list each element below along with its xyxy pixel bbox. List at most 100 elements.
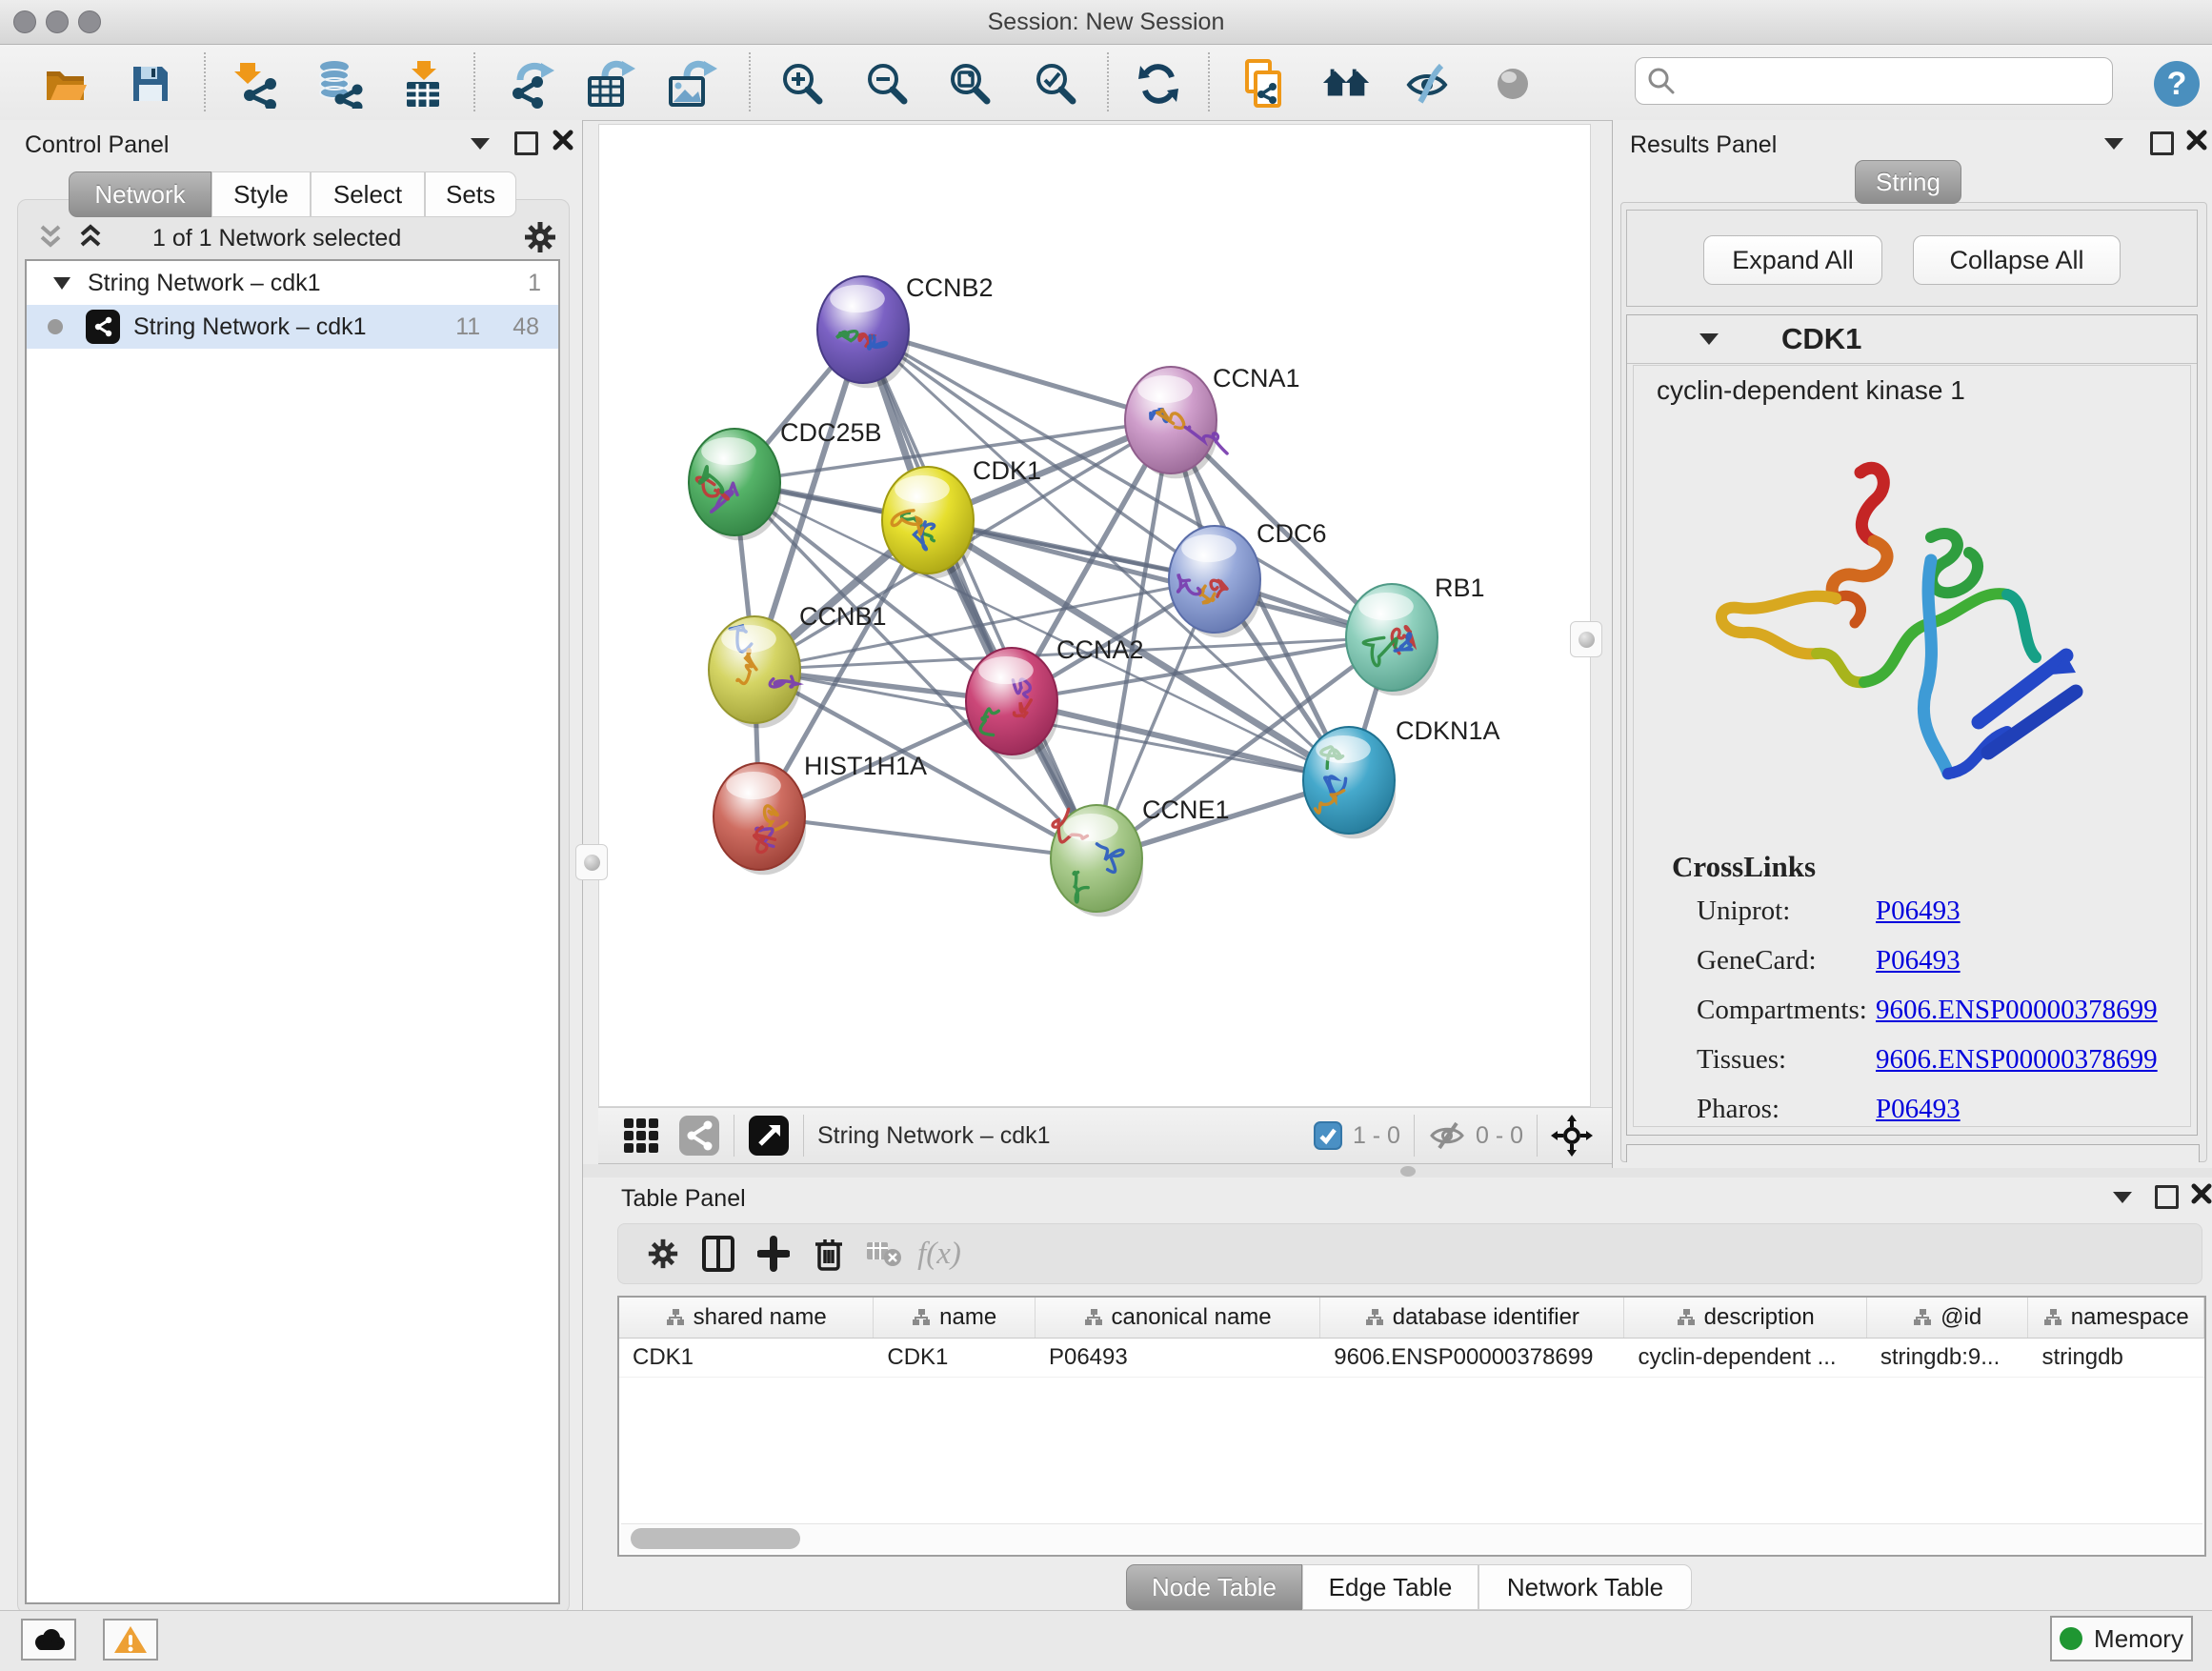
add-column-icon[interactable] (746, 1232, 801, 1276)
float-panel-icon[interactable] (2155, 1185, 2179, 1209)
home-organisms-button[interactable] (1321, 58, 1373, 110)
table-cell[interactable]: cyclin-dependent ... (1624, 1339, 1866, 1377)
collapse-gene-icon[interactable] (1699, 333, 1719, 345)
tab-edge-table[interactable]: Edge Table (1302, 1564, 1478, 1610)
crosslink-label: GeneCard: (1697, 945, 1817, 976)
tab-sets[interactable]: Sets (425, 171, 516, 217)
network-selection-status: 1 of 1 Network selected (152, 225, 401, 252)
close-panel-icon[interactable] (551, 128, 575, 152)
delete-column-icon[interactable] (801, 1232, 856, 1276)
import-database-button[interactable] (313, 58, 365, 110)
birdseye-view-icon[interactable] (748, 1115, 790, 1157)
network-edge[interactable] (1012, 701, 1349, 780)
hidden-eye-icon[interactable] (1428, 1119, 1466, 1152)
column-header-shared-name[interactable]: shared name (619, 1298, 874, 1338)
pan-crosshair-icon[interactable] (1551, 1115, 1593, 1157)
toolbar-search[interactable] (1635, 57, 2113, 105)
network-edge[interactable] (759, 816, 1096, 858)
float-panel-icon[interactable] (514, 131, 538, 155)
warnings-button[interactable] (103, 1619, 158, 1661)
collapse-all-button[interactable]: Collapse All (1913, 235, 2121, 285)
tab-node-table[interactable]: Node Table (1126, 1564, 1302, 1610)
column-header-canonical-name[interactable]: canonical name (1036, 1298, 1320, 1338)
memory-button[interactable]: Memory (2050, 1616, 2193, 1661)
zoom-selected-button[interactable] (1030, 58, 1081, 110)
gray-sphere-button[interactable] (1487, 58, 1538, 110)
network-row-selected[interactable]: String Network – cdk1 11 48 (27, 305, 558, 349)
column-header--id[interactable]: @id (1867, 1298, 2029, 1338)
expand-all-icon[interactable] (74, 221, 107, 253)
network-view-icon[interactable] (678, 1115, 720, 1157)
zoom-out-button[interactable] (861, 58, 913, 110)
network-canvas[interactable]: CCNB2CCNA1CDC25BCDK1CDC6RB1CCNB1CCNA2CDK… (598, 124, 1591, 1107)
selected-checkbox-icon[interactable] (1313, 1120, 1343, 1151)
tree-expand-icon[interactable] (53, 277, 70, 290)
delete-table-icon[interactable] (856, 1232, 912, 1276)
main-toolbar: ? (0, 45, 2212, 121)
search-icon (1647, 67, 1676, 95)
open-session-button[interactable] (41, 58, 92, 110)
show-columns-icon[interactable] (691, 1232, 746, 1276)
function-builder-icon[interactable]: f(x) (912, 1232, 967, 1276)
refresh-layout-button[interactable] (1133, 58, 1184, 110)
table-cell[interactable]: stringdb:9... (1867, 1339, 2029, 1377)
crosslink-link[interactable]: P06493 (1876, 945, 1961, 976)
gene-header-row[interactable]: CDK1 (1627, 315, 2197, 364)
save-session-button[interactable] (125, 58, 176, 110)
horizontal-scrollbar[interactable] (621, 1523, 2202, 1553)
gene-symbol: CDK1 (1781, 322, 1861, 356)
close-panel-icon[interactable] (2184, 128, 2209, 152)
float-panel-icon[interactable] (2150, 131, 2174, 155)
close-panel-icon[interactable] (2189, 1181, 2212, 1206)
splitter-grip[interactable] (1400, 1166, 1416, 1177)
tab-string[interactable]: String (1855, 160, 1961, 204)
toolbar-separator (1107, 52, 1109, 111)
grid-view-icon[interactable] (621, 1116, 661, 1156)
panel-menu-icon[interactable] (2104, 138, 2123, 150)
table-row[interactable]: CDK1CDK1P064939606.ENSP00000378699cyclin… (619, 1339, 2204, 1378)
cloud-status-button[interactable] (21, 1619, 76, 1661)
column-header-namespace[interactable]: namespace (2028, 1298, 2204, 1338)
crosslink-link[interactable]: P06493 (1876, 1094, 1961, 1125)
left-splitter-handle[interactable] (575, 844, 608, 880)
crosslink-label: Tissues: (1697, 1044, 1786, 1076)
tab-select[interactable]: Select (311, 171, 425, 217)
toolbar-separator (803, 1115, 804, 1157)
table-cell[interactable]: stringdb (2028, 1339, 2204, 1377)
scrollbar-thumb[interactable] (631, 1528, 800, 1549)
column-header-name[interactable]: name (874, 1298, 1036, 1338)
search-input[interactable] (1683, 67, 2112, 95)
column-header-description[interactable]: description (1624, 1298, 1866, 1338)
crosslink-link[interactable]: 9606.ENSP00000378699 (1876, 1044, 2158, 1076)
zoom-fit-button[interactable] (944, 58, 995, 110)
import-network-button[interactable] (231, 58, 283, 110)
tab-network-table[interactable]: Network Table (1478, 1564, 1692, 1610)
crosslink-link[interactable]: P06493 (1876, 896, 1961, 927)
expand-all-button[interactable]: Expand All (1703, 235, 1882, 285)
table-cell[interactable]: 9606.ENSP00000378699 (1320, 1339, 1624, 1377)
table-cell[interactable]: CDK1 (619, 1339, 874, 1377)
network-root-row[interactable]: String Network – cdk1 1 (27, 261, 558, 305)
panel-menu-icon[interactable] (471, 138, 490, 150)
export-image-button[interactable] (666, 58, 717, 110)
panel-menu-icon[interactable] (2113, 1192, 2132, 1203)
hide-unhide-button[interactable] (1403, 58, 1455, 110)
import-table-button[interactable] (397, 58, 449, 110)
table-cell[interactable]: CDK1 (874, 1339, 1036, 1377)
collapse-all-icon[interactable] (34, 221, 67, 253)
column-header-database-identifier[interactable]: database identifier (1320, 1298, 1624, 1338)
crosslink-link[interactable]: 9606.ENSP00000378699 (1876, 995, 2158, 1026)
export-network-button[interactable] (505, 58, 556, 110)
network-from-file-button[interactable] (1237, 58, 1289, 110)
help-button[interactable]: ? (2151, 58, 2202, 110)
tab-network[interactable]: Network (69, 171, 211, 217)
table-panel: Table Panel f(x) shared namenamecanonica… (583, 1178, 2212, 1610)
table-cell[interactable]: P06493 (1036, 1339, 1320, 1377)
protein-structure-image (1693, 446, 2102, 836)
table-gear-icon[interactable] (635, 1232, 691, 1276)
tab-style[interactable]: Style (211, 171, 311, 217)
zoom-in-button[interactable] (776, 58, 828, 110)
right-splitter-handle[interactable] (1570, 621, 1602, 657)
export-table-button[interactable] (584, 58, 635, 110)
gear-icon[interactable] (522, 219, 558, 255)
